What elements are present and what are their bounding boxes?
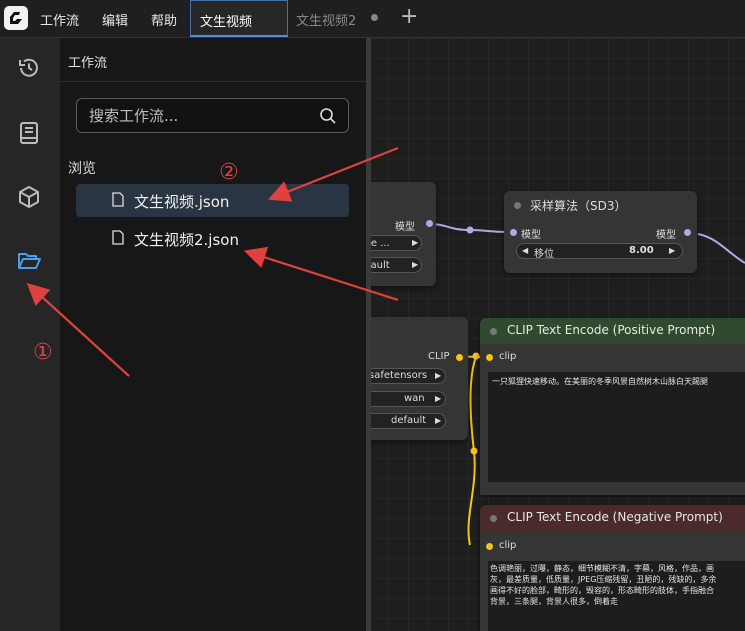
status-dot-icon [490, 328, 497, 335]
annotation-number-1: ① [33, 340, 53, 365]
top-bar: 工作流 编辑 帮助 文生视频 文生视频2 + [0, 0, 745, 38]
clip-loader-node[interactable]: CLIP safetensors ▶ wan ▶ default ▶ [368, 317, 468, 440]
tab-label: 文生视频2 [296, 14, 357, 29]
prompt-textarea[interactable]: 色调艳丽，过曝，静态，细节模糊不清，字幕，风格，作品，画 灰，最差质量，低质量，… [488, 561, 745, 631]
file-name: 文生视频.json [134, 193, 230, 211]
tab-workflow-1[interactable]: 文生视频 [190, 0, 288, 37]
tab-label: 文生视频 [200, 15, 253, 30]
arrow-right-icon: ▶ [669, 246, 676, 255]
output-port[interactable] [684, 229, 691, 236]
file-item[interactable]: 文生视频2.json [76, 222, 349, 255]
output-label: 模型 [656, 230, 676, 241]
file-icon [112, 230, 124, 245]
negative-prompt-node[interactable]: CLIP Text Encode (Negative Prompt) clip … [480, 505, 745, 631]
status-dot-icon [490, 515, 497, 522]
unsaved-dot-icon [371, 14, 378, 21]
arrow-right-icon: ▶ [435, 416, 442, 425]
browse-label: 浏览 [68, 161, 96, 177]
model-link-out [697, 233, 745, 264]
input-port[interactable] [510, 229, 517, 236]
menu-workflow[interactable]: 工作流 [40, 10, 79, 29]
cube-icon[interactable] [16, 184, 42, 210]
node-body: clip 色调艳丽，过曝，静态，细节模糊不清，字幕，风格，作品，画 灰，最差质量… [480, 531, 745, 631]
history-icon[interactable] [16, 55, 42, 81]
node-title: CLIP Text Encode (Positive Prompt) [507, 323, 716, 337]
add-tab-button[interactable]: + [400, 4, 418, 30]
input-port[interactable] [486, 354, 493, 361]
book-icon[interactable] [16, 120, 42, 146]
input-label: 模型 [521, 230, 541, 241]
widget-select[interactable]: safetensors ▶ [368, 368, 446, 384]
output-label: CLIP [428, 351, 450, 362]
tab-workflow-2[interactable]: 文生视频2 [288, 0, 390, 37]
search-input[interactable] [87, 105, 311, 127]
arrow-right-icon: ▶ [435, 371, 442, 380]
positive-prompt-node[interactable]: CLIP Text Encode (Positive Prompt) clip … [480, 318, 745, 495]
menu-edit[interactable]: 编辑 [102, 10, 128, 29]
arrow-left-icon: ◀ [522, 246, 529, 255]
sidebar-rail [0, 38, 60, 631]
output-port[interactable] [426, 220, 433, 227]
arrow-right-icon: ▶ [412, 260, 419, 269]
node-title: 采样算法（SD3） [530, 199, 627, 213]
prompt-textarea[interactable]: 一只狐狸快速移动。在美丽的冬季风景自然树木山脉白天踢腿 [488, 372, 745, 482]
output-port[interactable] [456, 354, 463, 361]
search-box[interactable] [76, 98, 349, 133]
widget-select[interactable]: default ▶ [368, 413, 446, 429]
app-logo[interactable] [4, 6, 28, 30]
divider [60, 81, 367, 82]
input-port[interactable] [486, 543, 493, 550]
input-label: clip [499, 351, 517, 362]
arrow-right-icon: ▶ [435, 394, 442, 403]
node-body: clip 一只狐狸快速移动。在美丽的冬季风景自然树木山脉白天踢腿 [480, 344, 745, 495]
panel-resize-handle[interactable] [366, 38, 371, 631]
widget-select[interactable]: te ... ▶ [368, 235, 422, 251]
annotation-number-2: ② [219, 160, 239, 185]
widget-select[interactable]: wan ▶ [368, 391, 446, 407]
file-name: 文生视频2.json [134, 231, 239, 249]
widget-select[interactable]: fault ▶ [368, 257, 422, 273]
node-canvas[interactable]: 模型 te ... ▶ fault ▶ 采样算法（SD3） 模型 模型 ◀ 移位… [368, 38, 745, 631]
input-label: clip [499, 540, 517, 551]
panel-title: 工作流 [68, 56, 108, 71]
folder-open-icon[interactable] [16, 248, 42, 274]
logo-icon [10, 12, 22, 24]
model-loader-node[interactable]: 模型 te ... ▶ fault ▶ [368, 182, 436, 286]
status-dot-icon [514, 202, 521, 209]
search-icon[interactable] [319, 107, 337, 125]
menu-help[interactable]: 帮助 [151, 10, 177, 29]
file-item-selected[interactable]: 文生视频.json [76, 184, 349, 217]
shift-number-widget[interactable]: ◀ 移位 8.00 ▶ [516, 243, 683, 260]
workflow-panel: 工作流 浏览 文生视频.json 文生视频2.json [60, 38, 368, 631]
output-label: 模型 [395, 222, 415, 233]
arrow-right-icon: ▶ [412, 238, 419, 247]
sampling-sd3-node[interactable]: 采样算法（SD3） 模型 模型 ◀ 移位 8.00 ▶ [504, 191, 697, 273]
file-icon [112, 192, 124, 207]
node-title: CLIP Text Encode (Negative Prompt) [507, 510, 723, 524]
